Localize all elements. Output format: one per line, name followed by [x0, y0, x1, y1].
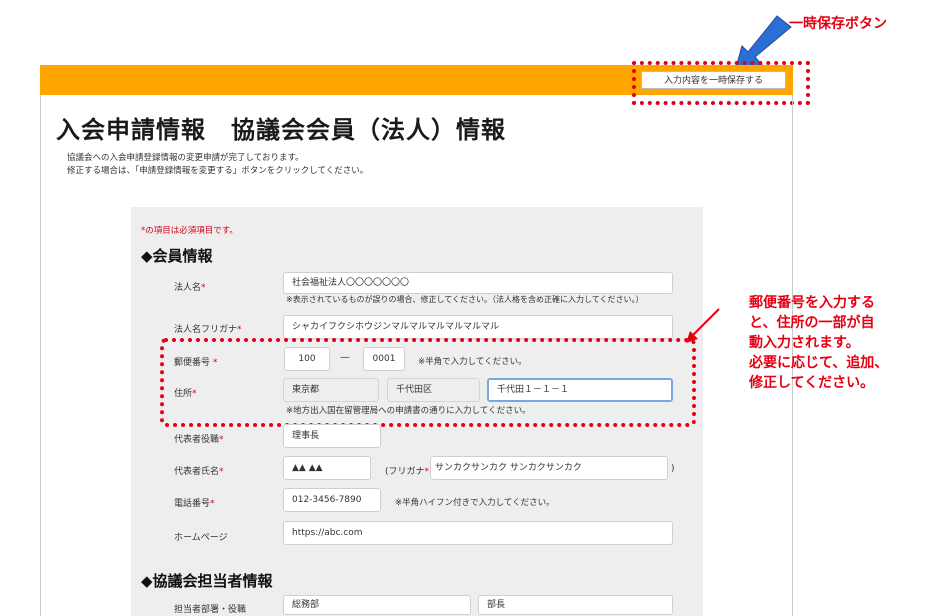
- postal-callout-line: 修正してください。: [749, 375, 875, 391]
- corp-name-hint: ※表示されているものが誤りの場合、修正してください。（法人格を含め正確に入力して…: [286, 295, 644, 304]
- postal-callout-line: 必要に応じて、追加、: [749, 355, 889, 371]
- postal-address-highlight: [160, 338, 696, 427]
- contact-section-heading: ◆協議会担当者情報: [141, 572, 273, 590]
- rep-name-label: 代表者氏名*: [174, 467, 224, 477]
- phone-label: 電話番号*: [174, 499, 215, 509]
- save-button-highlight: [632, 61, 810, 105]
- corp-name-label: 法人名*: [174, 283, 206, 293]
- frame-border-left: [40, 95, 41, 616]
- corp-name-input[interactable]: 社会福祉法人〇〇〇〇〇〇〇: [283, 272, 673, 294]
- contact-dept-input[interactable]: 総務部: [283, 595, 471, 615]
- rep-title-input[interactable]: 理事長: [283, 424, 381, 448]
- corp-kana-input[interactable]: シャカイフクシホウジンマルマルマルマルマルマル: [283, 315, 673, 339]
- postal-callout-line: 郵便番号を入力する: [749, 295, 875, 311]
- rep-kana-prefix: (フリガナ*: [385, 467, 430, 477]
- contact-dept-label: 担当者部署・役職: [174, 605, 247, 615]
- postal-callout-line: と、住所の一部が自: [749, 315, 875, 331]
- save-button-callout: 一時保存ボタン: [789, 16, 887, 32]
- phone-hint: ※半角ハイフン付きで入力してください。: [395, 498, 555, 508]
- required-note: *の項目は必須項目です。: [141, 226, 238, 236]
- homepage-input[interactable]: https://abc.com: [283, 521, 673, 545]
- contact-position-input[interactable]: 部長: [478, 595, 673, 615]
- intro-line: 修正する場合は、「申請登録情報を変更する」ボタンをクリックしてください。: [67, 166, 369, 176]
- red-arrow-icon: [686, 308, 720, 343]
- postal-callout: 郵便番号を入力する と、住所の一部が自 動入力されます。 必要に応じて、追加、 …: [749, 293, 888, 393]
- rep-kana-input[interactable]: サンカクサンカク サンカクサンカク: [430, 456, 668, 480]
- phone-input[interactable]: 012-3456-7890: [283, 488, 381, 512]
- member-section-heading: ◆会員情報: [141, 247, 213, 265]
- homepage-label: ホームページ: [174, 533, 228, 543]
- intro-line: 協議会への入会申請登録情報の変更申請が完了しております。: [67, 153, 304, 163]
- rep-kana-suffix: ): [671, 464, 675, 474]
- rep-name-input[interactable]: ▲▲ ▲▲: [283, 456, 371, 480]
- postal-callout-line: 動入力されます。: [749, 335, 860, 351]
- rep-title-label: 代表者役職*: [174, 435, 224, 445]
- corp-kana-label: 法人名フリガナ*: [174, 325, 242, 335]
- page-title: 入会申請情報 協議会会員（法人）情報: [56, 116, 506, 144]
